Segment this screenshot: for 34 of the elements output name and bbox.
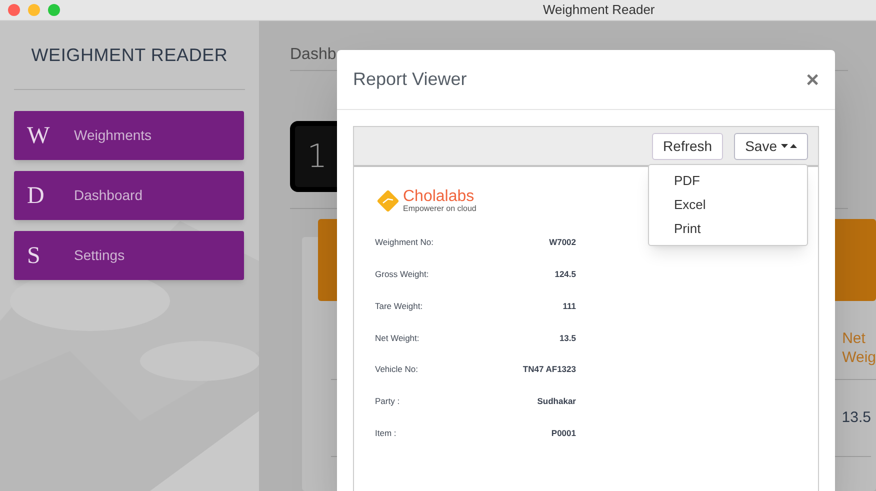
nav-item[interactable]: S Settings — [14, 231, 244, 280]
app-title: WEIGHMENT READER — [31, 44, 228, 66]
save-button[interactable]: Save — [734, 132, 808, 160]
field-label: Weighment No: — [375, 236, 434, 250]
minimize-window-icon[interactable] — [28, 4, 40, 16]
nav-item[interactable]: D Dashboard — [14, 171, 244, 220]
nav-item[interactable]: W Weighments — [14, 111, 244, 160]
field-value: 124.5 — [554, 268, 576, 281]
column-header: Net Weig — [842, 328, 876, 368]
field-label: Item : — [375, 426, 396, 440]
field-value: 111 — [562, 300, 576, 313]
close-window-icon[interactable] — [8, 4, 20, 16]
refresh-button[interactable]: Refresh — [652, 132, 724, 160]
field-value: TN47 AF1323 — [522, 363, 576, 376]
field-value: P0001 — [551, 426, 576, 440]
table-cell-text: 13.5 — [842, 408, 871, 428]
field-value: W7002 — [549, 236, 576, 250]
menu-item[interactable]: PDF — [649, 169, 807, 193]
dialog-title: Report Viewer — [353, 68, 467, 91]
company-logo: Cholalabs Empowerer on cloud — [375, 188, 476, 214]
field-label: Tare Weight: — [375, 300, 423, 313]
field-value: 13.5 — [559, 332, 576, 344]
field-value: Sudhakar — [537, 394, 576, 408]
caret-icon — [781, 143, 797, 149]
field-label: Party : — [375, 394, 400, 408]
close-button[interactable]: × — [806, 68, 819, 90]
field-label: Gross Weight: — [375, 268, 429, 281]
page-heading: Dashb — [290, 45, 336, 65]
window-title: Weighment Reader — [543, 1, 655, 20]
menu-item[interactable]: Print — [649, 217, 807, 241]
field-label: Net Weight: — [375, 332, 420, 344]
maximize-window-icon[interactable] — [48, 4, 60, 16]
field-label: Vehicle No: — [375, 363, 418, 376]
menu-item[interactable]: Excel — [649, 193, 807, 217]
